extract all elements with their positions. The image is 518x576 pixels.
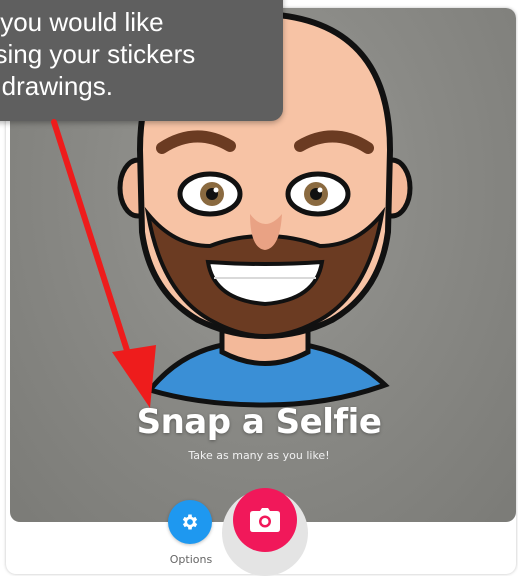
gear-icon <box>182 514 198 530</box>
instruction-tooltip: s you would like osing your stickers d d… <box>0 0 283 121</box>
snap-selfie-subtitle: Take as many as you like! <box>188 449 330 462</box>
camera-icon <box>250 508 280 532</box>
options-button[interactable] <box>168 500 212 544</box>
tooltip-line-3: d drawings. <box>0 71 113 101</box>
options-label: Options <box>169 553 213 566</box>
tooltip-line-2: osing your stickers <box>0 39 196 69</box>
snap-selfie-title: Snap a Selfie <box>136 402 382 442</box>
capture-button[interactable] <box>233 488 297 552</box>
tooltip-line-1: s you would like <box>0 7 164 37</box>
